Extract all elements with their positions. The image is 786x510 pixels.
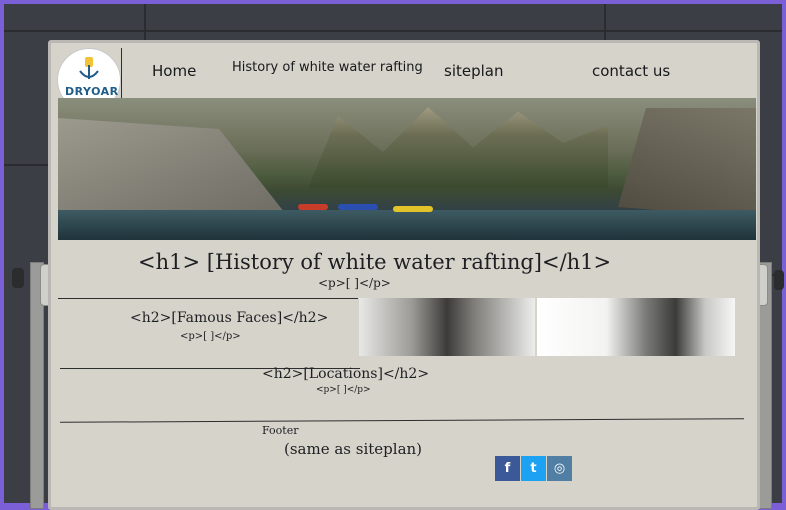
- raft: [298, 204, 328, 210]
- nav-siteplan[interactable]: siteplan: [444, 62, 503, 80]
- footer-note: (same as siteplan): [284, 440, 423, 458]
- instagram-icon[interactable]: ◎: [547, 456, 572, 481]
- raft: [393, 206, 433, 212]
- section-divider: [58, 298, 358, 299]
- nav-divider: [121, 48, 122, 98]
- footer-label: Footer: [262, 424, 299, 437]
- hero-rock: [618, 108, 756, 218]
- famous-heading: <h2>[Famous Faces]</h2>: [130, 310, 329, 326]
- hero-water: [58, 210, 756, 240]
- famous-face-photo: [537, 298, 735, 356]
- locations-heading: <h2>[Locations]</h2>: [262, 366, 430, 382]
- nav-home[interactable]: Home: [152, 62, 196, 80]
- logo-text: DRYOAR: [65, 85, 119, 98]
- wall-seam: [4, 164, 54, 166]
- raft: [338, 204, 378, 210]
- stand-knob-right: [774, 270, 784, 290]
- wall-seam: [4, 30, 782, 32]
- hero-trees: [308, 107, 608, 188]
- h1-paragraph: <p>[ ]</p>: [318, 276, 391, 290]
- famous-paragraph: <p>[ ]</p>: [180, 331, 241, 342]
- hero-image: [58, 98, 756, 240]
- wall-seam: [144, 4, 146, 44]
- locations-paragraph: <p>[ ]</p>: [316, 385, 371, 395]
- twitter-icon[interactable]: t: [521, 456, 546, 481]
- stand-knob-left: [12, 268, 24, 288]
- famous-face-photo: [359, 298, 535, 356]
- nav-history[interactable]: History of white water rafting: [232, 60, 423, 75]
- h1-heading: <h1> [History of white water rafting]</h…: [138, 250, 612, 274]
- facebook-icon[interactable]: f: [495, 456, 520, 481]
- nav-contact[interactable]: contact us: [592, 62, 670, 80]
